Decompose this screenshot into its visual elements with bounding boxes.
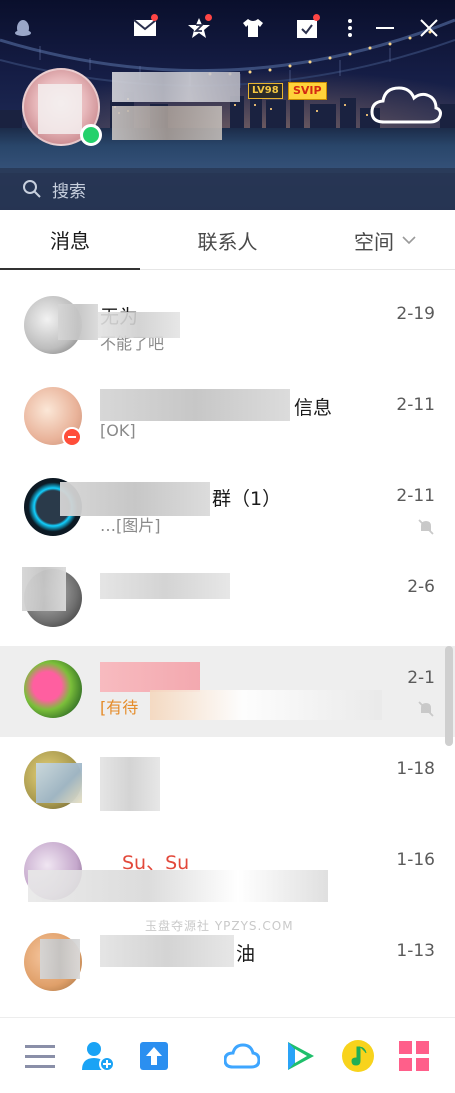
tshirt-icon[interactable] (238, 14, 268, 42)
conversation-row[interactable]: [有待 2-1 (0, 646, 455, 737)
conversation-date: 2-11 (396, 395, 435, 415)
blur-mask (100, 389, 290, 421)
watermark-text: 玉盘夺源社 YPZYS.COM (145, 919, 294, 933)
blur-mask (100, 935, 234, 967)
online-status-icon[interactable] (80, 124, 102, 146)
calendar-check-icon[interactable] (292, 14, 322, 42)
conversation-row[interactable]: 1-18 (0, 737, 455, 828)
main-tabs: 消息 联系人 空间 (0, 210, 455, 270)
user-signature-blurred[interactable] (112, 106, 222, 140)
conversation-title: 信息 (294, 397, 333, 419)
mail-icon[interactable] (130, 14, 160, 42)
blur-mask (150, 690, 382, 720)
conversation-preview: …[图片] (100, 516, 161, 535)
conversation-date: 2-1 (407, 668, 435, 688)
tab-messages[interactable]: 消息 (0, 210, 140, 270)
user-nickname-blurred[interactable] (112, 72, 240, 102)
weather-cloud-icon[interactable] (368, 78, 444, 128)
tab-contacts[interactable]: 联系人 (140, 210, 315, 270)
conversation-date: 1-13 (396, 941, 435, 961)
conversation-title: 群（1） (212, 488, 282, 510)
add-contact-icon[interactable] (80, 1038, 116, 1074)
blur-mask (36, 763, 82, 803)
mute-bell-icon (418, 519, 434, 535)
contact-avatar (24, 660, 82, 718)
close-icon[interactable] (414, 14, 444, 42)
conversation-row[interactable]: 2-6 (0, 555, 455, 646)
conversation-date: 2-11 (396, 486, 435, 506)
svip-badge[interactable]: SVIP (288, 82, 327, 100)
conversation-row[interactable]: 群（1） …[图片] 2-11 (0, 464, 455, 555)
blur-mask (100, 757, 160, 811)
blur-mask (60, 482, 210, 516)
blur-mask (22, 567, 66, 611)
profile-header: LV98 SVIP 搜索 (0, 0, 455, 210)
menu-icon[interactable] (22, 1038, 58, 1074)
conversation-date: 1-18 (396, 759, 435, 779)
search-bar[interactable]: 搜索 (0, 168, 455, 210)
search-icon (23, 180, 41, 198)
conversation-preview: [OK] (100, 421, 136, 440)
conversation-preview: [有待 (100, 698, 139, 717)
conversation-date: 2-6 (407, 577, 435, 597)
blur-mask (100, 573, 230, 599)
tab-qzone[interactable]: 空间 (315, 210, 455, 270)
notification-dot (151, 14, 158, 21)
list-scrollbar[interactable] (445, 646, 453, 746)
bottom-toolbar (0, 1017, 455, 1093)
video-play-icon[interactable] (282, 1038, 318, 1074)
blur-mask (58, 304, 98, 340)
blur-mask (40, 939, 80, 979)
music-icon[interactable] (340, 1038, 376, 1074)
conversation-row[interactable]: Su、Su 1-16 (0, 828, 455, 919)
conversation-date: 1-16 (396, 850, 435, 870)
conversation-list: 无为 不能了吧 2-19 信息 [OK] 2-11 群（1） …[图片] 2-1… (0, 282, 455, 1017)
tab-label: 消息 (50, 228, 90, 253)
search-input[interactable]: 搜索 (52, 177, 86, 202)
chevron-down-icon (402, 236, 416, 245)
qzone-star-icon[interactable] (184, 14, 214, 42)
blur-mask (28, 870, 328, 902)
blur-mask (98, 312, 180, 338)
notification-dot (205, 14, 212, 21)
conversation-row[interactable]: 信息 [OK] 2-11 (0, 373, 455, 464)
notification-dot (313, 14, 320, 21)
mute-bell-icon (418, 701, 434, 717)
level-badge[interactable]: LV98 (248, 83, 283, 99)
unread-badge (62, 427, 82, 447)
qq-penguin-icon[interactable] (8, 14, 38, 42)
conversation-date: 2-19 (396, 304, 435, 324)
conversation-title: 油 (236, 943, 256, 965)
more-icon[interactable] (335, 14, 365, 42)
cloud-icon[interactable] (224, 1038, 260, 1074)
tab-label: 联系人 (197, 229, 258, 254)
top-toolbar (0, 14, 455, 44)
minimize-icon[interactable] (370, 14, 400, 42)
tab-label: 空间 (354, 229, 394, 254)
upload-icon[interactable] (136, 1038, 172, 1074)
conversation-row[interactable]: 无为 不能了吧 2-19 (0, 282, 455, 373)
apps-grid-icon[interactable] (396, 1038, 432, 1074)
blur-mask (100, 662, 200, 692)
